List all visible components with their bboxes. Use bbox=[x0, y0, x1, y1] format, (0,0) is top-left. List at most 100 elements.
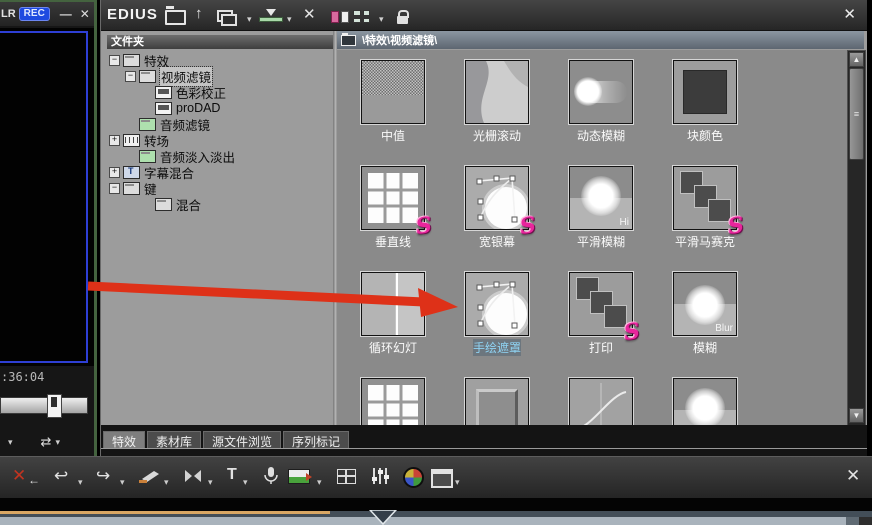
chevron-down-icon[interactable]: ▾ bbox=[8, 437, 13, 448]
effect-thumbnail: S bbox=[673, 166, 737, 230]
chevron-down-icon[interactable]: ▾ bbox=[455, 477, 460, 488]
filter-icon bbox=[155, 102, 172, 115]
effect-keys-icon[interactable] bbox=[331, 7, 349, 23]
effect-item[interactable]: 光栅滚动 bbox=[445, 60, 549, 166]
chevron-down-icon[interactable]: ▾ bbox=[55, 437, 60, 448]
preset-badge: S bbox=[622, 318, 641, 346]
effect-item[interactable] bbox=[549, 378, 653, 425]
audio-mixer-icon[interactable] bbox=[370, 467, 390, 490]
close-icon[interactable]: ✕ bbox=[846, 466, 860, 486]
timecode: :36:04 bbox=[1, 370, 44, 384]
expand-toggle[interactable]: − bbox=[109, 183, 120, 194]
seek-slider[interactable] bbox=[0, 397, 88, 414]
loaded-range-bar bbox=[0, 511, 330, 514]
effect-item[interactable]: Hi 平滑模糊 bbox=[549, 166, 653, 272]
scrollbar[interactable]: ▲ ≡ ▼ bbox=[847, 50, 866, 427]
razor-icon[interactable] bbox=[138, 468, 160, 490]
up-level-icon[interactable]: ↑ bbox=[195, 5, 203, 22]
tree-item-color-correction[interactable]: 色彩校正 bbox=[107, 84, 333, 100]
close-button[interactable]: ✕ bbox=[80, 7, 90, 21]
chevron-down-icon[interactable]: ▾ bbox=[247, 14, 252, 25]
expand-toggle[interactable]: + bbox=[109, 167, 120, 178]
chevron-down-icon[interactable]: ▾ bbox=[208, 477, 213, 488]
playhead-handle[interactable] bbox=[47, 394, 62, 418]
chevron-down-icon[interactable]: ▾ bbox=[379, 14, 384, 25]
trim-icon[interactable] bbox=[183, 468, 203, 489]
rec-button[interactable]: REC bbox=[19, 7, 50, 21]
expand-toggle[interactable]: + bbox=[109, 135, 120, 146]
timeline-scrollbar[interactable] bbox=[0, 517, 872, 525]
chevron-down-icon[interactable]: ▾ bbox=[120, 477, 125, 488]
timeline-toolbar: ✕ ← ↩ ▾ ↪ ▾ ▾ ▾ T ▾ ▾ ▾ ✕ bbox=[0, 456, 872, 499]
scrollbar-end-block[interactable] bbox=[846, 517, 859, 525]
transition-icon bbox=[123, 134, 140, 147]
effect-item[interactable]: 块颜色 bbox=[653, 60, 757, 166]
undo-icon[interactable]: ↩ bbox=[54, 466, 68, 486]
lock-icon[interactable] bbox=[397, 7, 408, 24]
breadcrumb-path: \特效\视频滤镜\ bbox=[362, 32, 437, 48]
chevron-down-icon[interactable]: ▾ bbox=[164, 477, 169, 488]
chevron-down-icon[interactable]: ▾ bbox=[317, 477, 322, 488]
open-folder-icon[interactable] bbox=[165, 7, 186, 25]
redo-icon[interactable]: ↪ bbox=[96, 466, 110, 486]
minimize-button[interactable]: — bbox=[60, 7, 72, 21]
tree-item-key[interactable]: − 键 bbox=[107, 180, 333, 196]
tree-item-audio-filters[interactable]: 音频滤镜 bbox=[107, 116, 333, 132]
chevron-down-icon[interactable]: ▾ bbox=[287, 14, 292, 25]
effect-item[interactable]: S 打印 bbox=[549, 272, 653, 378]
tree-item-effects[interactable]: − 特效 bbox=[107, 52, 333, 68]
window-layout-icon[interactable] bbox=[431, 466, 453, 488]
view-mode-icon[interactable] bbox=[353, 7, 370, 23]
delete-icon[interactable]: ✕ bbox=[303, 5, 316, 23]
color-correction-icon[interactable] bbox=[403, 467, 424, 488]
effect-item[interactable] bbox=[653, 378, 757, 425]
chevron-down-icon[interactable]: ▾ bbox=[78, 477, 83, 488]
add-to-bin-icon[interactable] bbox=[259, 7, 281, 23]
close-icon[interactable]: ✕ bbox=[843, 5, 856, 23]
folder-icon bbox=[139, 70, 156, 83]
preset-badge: S bbox=[414, 212, 433, 240]
effect-item[interactable]: 中值 bbox=[341, 60, 445, 166]
effects-grid-panel: 中值 光栅滚动 动态模糊 块颜色 bbox=[337, 50, 847, 425]
monitor-swap-icon[interactable]: ⇄ bbox=[41, 434, 52, 450]
ripple-left-icon[interactable]: ← bbox=[28, 473, 40, 487]
delete-clip-icon[interactable]: ✕ bbox=[12, 466, 26, 486]
effect-item[interactable]: S 垂直线 bbox=[341, 166, 445, 272]
expand-toggle[interactable]: − bbox=[125, 71, 136, 82]
preset-badge: S bbox=[518, 212, 537, 240]
effect-item[interactable] bbox=[445, 378, 549, 425]
tab-effects[interactable]: 特效 bbox=[103, 431, 145, 449]
audio-folder-icon bbox=[139, 118, 156, 131]
move-to-folder-icon[interactable] bbox=[217, 7, 235, 23]
tab-bin[interactable]: 素材库 bbox=[147, 431, 201, 449]
folder-icon bbox=[123, 54, 140, 67]
timeline-cursor-marker[interactable] bbox=[368, 510, 398, 525]
tab-source-browser[interactable]: 源文件浏览 bbox=[203, 431, 281, 449]
effect-item[interactable]: Blur 模糊 bbox=[653, 272, 757, 378]
effect-item[interactable]: 动态模糊 bbox=[549, 60, 653, 166]
effect-item[interactable]: S bbox=[341, 378, 445, 425]
export-icon[interactable] bbox=[288, 466, 310, 481]
effect-thumbnail bbox=[569, 378, 633, 425]
effect-thumbnail bbox=[465, 60, 529, 124]
effect-item-selected[interactable]: 手绘遮罩 bbox=[445, 272, 549, 378]
chevron-down-icon[interactable]: ▾ bbox=[243, 477, 248, 488]
tree-item-blend[interactable]: 混合 bbox=[107, 196, 333, 212]
effect-item[interactable]: 循环幻灯 bbox=[341, 272, 445, 378]
tree-item-title-mixer[interactable]: + 字幕混合 bbox=[107, 164, 333, 180]
expand-toggle[interactable]: − bbox=[109, 55, 120, 66]
effect-thumbnail bbox=[569, 60, 633, 124]
effect-item[interactable]: S 宽银幕 bbox=[445, 166, 549, 272]
monitor-window: LR REC — ✕ :36:04 ▾ ⇄ ▾ bbox=[0, 0, 97, 460]
tree-item-audio-fade[interactable]: 音频淡入淡出 bbox=[107, 148, 333, 164]
scrollbar-thumb[interactable]: ≡ bbox=[849, 68, 864, 160]
scroll-up-icon[interactable]: ▲ bbox=[849, 52, 864, 67]
text-title-icon[interactable]: T bbox=[227, 466, 237, 484]
tab-sequence-marker[interactable]: 序列标记 bbox=[283, 431, 349, 449]
scroll-down-icon[interactable]: ▼ bbox=[849, 408, 864, 423]
effect-item[interactable]: S 平滑马赛克 bbox=[653, 166, 757, 272]
panel-splitter[interactable] bbox=[333, 31, 336, 425]
grid-view-icon[interactable] bbox=[337, 466, 356, 484]
tree-item-prodad[interactable]: proDAD bbox=[107, 100, 333, 116]
voice-over-icon[interactable] bbox=[261, 466, 281, 491]
